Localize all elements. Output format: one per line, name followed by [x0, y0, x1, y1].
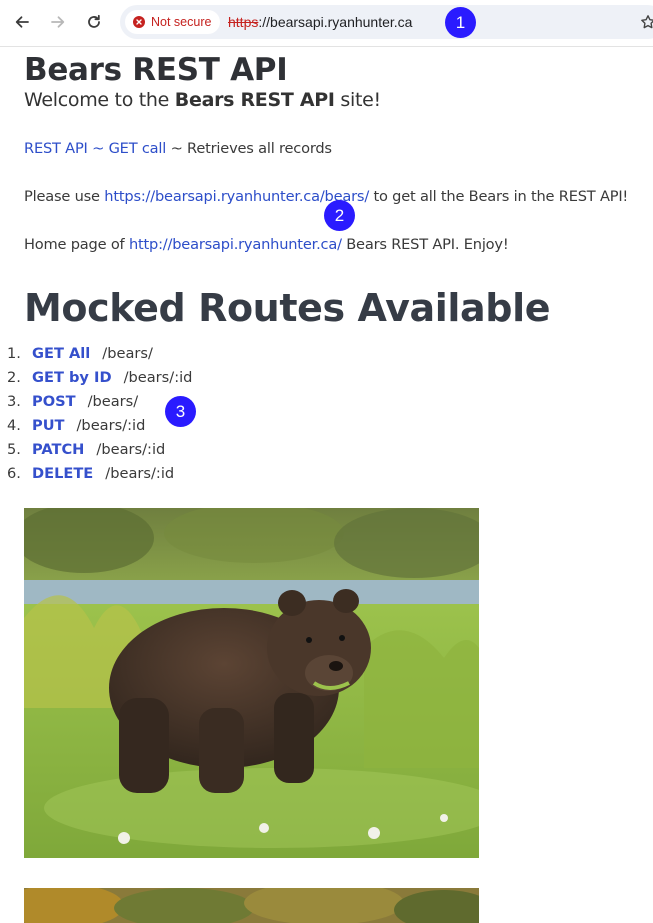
home-prefix: Home page of	[24, 236, 129, 253]
welcome-prefix: Welcome to the	[24, 89, 175, 111]
second-bear-photo	[24, 888, 479, 923]
route-item: 4. PUT/bears/:id	[0, 413, 192, 437]
annotation-marker: 2	[324, 200, 355, 231]
route-path: /bears/	[102, 344, 153, 362]
route-item: 3. POST/bears/	[0, 389, 192, 413]
route-path: /bears/:id	[76, 416, 146, 434]
address-bar[interactable]: Not secure https://bearsapi.ryanhunter.c…	[120, 5, 653, 39]
reload-icon	[88, 14, 100, 28]
security-label: Not secure	[151, 15, 212, 29]
security-chip[interactable]: Not secure	[125, 10, 221, 34]
forward-button[interactable]	[44, 8, 72, 36]
annotation-marker: 1	[445, 7, 476, 38]
route-number: 2.	[7, 368, 21, 386]
routes-list: 1. GET All/bears/ 2. GET by ID/bears/:id 3…	[0, 341, 192, 485]
route-method: GET All	[32, 344, 91, 362]
route-method: PATCH	[32, 440, 85, 458]
route-number: 6.	[7, 464, 21, 482]
page-title: Bears REST API	[24, 52, 288, 88]
welcome-suffix: site!	[334, 89, 381, 111]
url-scheme: https	[228, 14, 259, 30]
bookmark-star-icon[interactable]	[640, 14, 653, 34]
route-path: /bears/	[87, 392, 139, 410]
retrieves-text: ~ Retrieves all records	[166, 140, 332, 157]
url-host: ://bearsapi.ryanhunter.ca	[258, 14, 413, 30]
route-method: GET by ID	[32, 368, 112, 386]
home-page-line: Home page of http://bearsapi.ryanhunter.…	[24, 236, 509, 253]
route-path: /bears/:id	[105, 464, 175, 482]
route-path: /bears/:id	[96, 440, 166, 458]
route-method: DELETE	[32, 464, 94, 482]
warning-icon	[133, 16, 145, 28]
back-button[interactable]	[8, 8, 36, 36]
home-suffix: Bears REST API. Enjoy!	[341, 236, 509, 253]
route-number: 1.	[7, 344, 21, 362]
back-arrow-icon	[15, 16, 29, 28]
route-method: POST	[32, 392, 76, 410]
please-prefix: Please use	[24, 188, 105, 205]
get-call-link[interactable]: GET call	[109, 140, 167, 157]
route-number: 5.	[7, 440, 21, 458]
welcome-bold: Bears REST API	[174, 89, 335, 111]
tilde-separator: ~	[87, 140, 109, 157]
url-text[interactable]: https://bearsapi.ryanhunter.ca	[228, 14, 412, 30]
routes-heading: Mocked Routes Available	[24, 286, 551, 330]
route-method: PUT	[32, 416, 65, 434]
route-number: 3.	[7, 392, 21, 410]
welcome-text: Welcome to the Bears REST API site!	[24, 89, 381, 111]
route-path: /bears/:id	[123, 368, 193, 386]
bear-photo	[24, 508, 479, 858]
rest-api-line: REST API ~ GET call ~ Retrieves all reco…	[24, 140, 332, 157]
route-item: 1. GET All/bears/	[0, 341, 192, 365]
route-number: 4.	[7, 416, 21, 434]
browser-toolbar: Not secure https://bearsapi.ryanhunter.c…	[0, 0, 653, 47]
annotation-marker: 3	[165, 396, 196, 427]
reload-button[interactable]	[80, 8, 108, 36]
route-item: 5. PATCH/bears/:id	[0, 437, 192, 461]
please-use-line: Please use https://bearsapi.ryanhunter.c…	[24, 188, 628, 205]
rest-api-link[interactable]: REST API	[24, 140, 88, 157]
route-item: 6. DELETE/bears/:id	[0, 461, 192, 485]
forward-arrow-icon	[51, 16, 65, 28]
page-content: Bears REST API Welcome to the Bears REST…	[0, 47, 653, 923]
home-page-link[interactable]: http://bearsapi.ryanhunter.ca/	[129, 236, 342, 253]
route-item: 2. GET by ID/bears/:id	[0, 365, 192, 389]
please-suffix: to get all the Bears in the REST API!	[369, 188, 629, 205]
